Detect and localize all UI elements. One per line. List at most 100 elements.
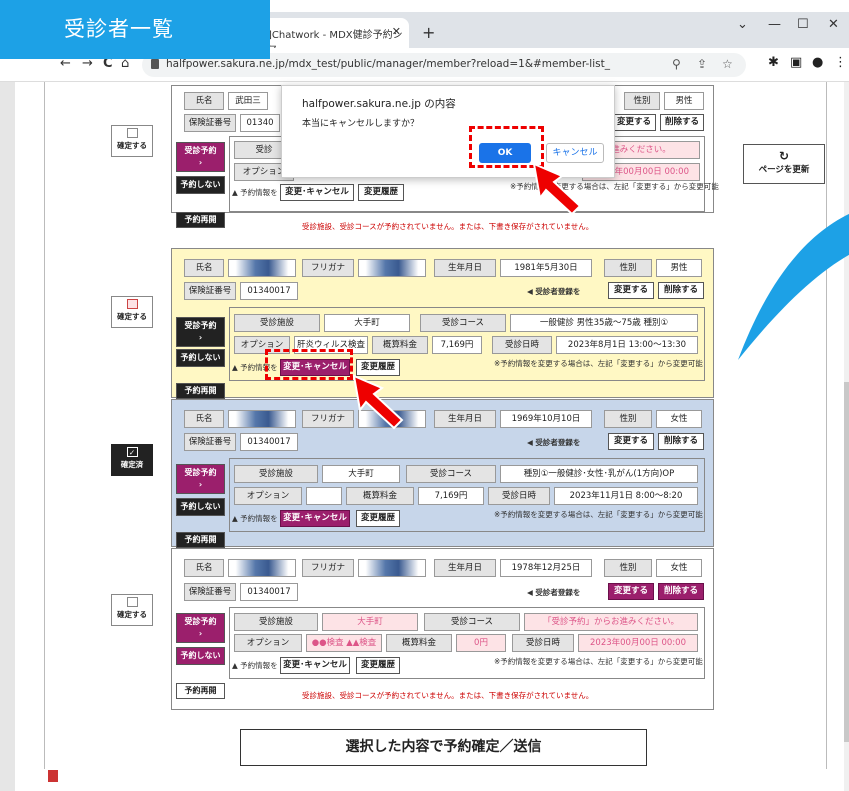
change-cancel-button[interactable]: 変更･キャンセル xyxy=(280,184,354,201)
resume-button[interactable]: 予約再開 xyxy=(176,683,225,699)
resume-button[interactable]: 予約再開 xyxy=(176,212,225,228)
furigana-label: フリガナ xyxy=(302,559,354,577)
change-cancel-button[interactable]: 変更･キャンセル xyxy=(280,657,350,674)
gender-label: 性別 xyxy=(604,259,652,277)
furigana-value-redacted xyxy=(358,559,426,577)
estimate-label: 概算料金 xyxy=(346,487,414,505)
checkmark-icon: ✓ xyxy=(126,447,138,457)
no-reserve-button[interactable]: 予約しない xyxy=(176,176,225,194)
history-button[interactable]: 変更履歴 xyxy=(358,184,404,201)
minimize-icon[interactable]: — xyxy=(768,17,781,32)
birthdate-label: 生年月日 xyxy=(434,259,496,277)
reserve-button[interactable]: 受診予約 › xyxy=(176,317,225,347)
birthdate-value: 1981年5月30日 xyxy=(500,259,592,277)
register-hint: ◀ 受診者登録を xyxy=(527,287,581,296)
confirmed-label: 確定済 xyxy=(120,460,144,469)
name-value-redacted xyxy=(228,259,296,277)
name-value-redacted xyxy=(228,559,296,577)
insurance-label: 保険証番号 xyxy=(184,282,236,300)
delete-member-button[interactable]: 削除する xyxy=(660,114,704,131)
browser-tab[interactable]: ]Chatwork - MDX健診予約シス✕ xyxy=(262,18,409,56)
insurance-label: 保険証番号 xyxy=(184,433,236,451)
refresh-icon: ↻ xyxy=(778,149,790,163)
window-close-icon[interactable]: ✕ xyxy=(828,17,839,32)
reserve-label: 受診予約 xyxy=(184,617,217,626)
confirm-checkbox-3[interactable]: ✓ 確定済 xyxy=(111,444,153,476)
member-card-2: 氏名 フリガナ 生年月日 1981年5月30日 性別 男性 保険証番号 0134… xyxy=(171,248,714,399)
datetime-value: 2023年11月1日 8:00〜8:20 xyxy=(554,487,698,505)
edit-member-button[interactable]: 変更する xyxy=(608,433,654,450)
profile-avatar-icon[interactable]: ● xyxy=(812,55,823,70)
birthdate-label: 生年月日 xyxy=(434,559,496,577)
dialog-title: halfpower.sakura.ne.jp の内容 xyxy=(302,98,456,110)
facility-label: 受診施設 xyxy=(234,613,318,631)
facility-value: 大手町 xyxy=(324,314,410,332)
edit-member-button[interactable]: 変更する xyxy=(608,583,654,600)
edit-member-button[interactable]: 変更する xyxy=(612,114,656,131)
estimate-label: 概算料金 xyxy=(372,336,428,354)
gender-label: 性別 xyxy=(604,410,652,428)
menu-icon[interactable]: ⋮ xyxy=(834,55,847,70)
edit-member-button[interactable]: 変更する xyxy=(608,282,654,299)
reserve-label: 受診予約 xyxy=(184,146,217,155)
left-strip xyxy=(0,82,15,791)
reserve-button[interactable]: 受診予約 › xyxy=(176,142,225,172)
new-tab-icon[interactable]: + xyxy=(422,23,435,42)
maximize-icon[interactable]: ☐ xyxy=(797,17,809,32)
option-label: オプション xyxy=(234,487,302,505)
birthdate-label: 生年月日 xyxy=(434,410,496,428)
scrollbar-thumb[interactable] xyxy=(844,382,849,742)
reserve-button[interactable]: 受診予約 › xyxy=(176,613,225,643)
delete-member-button[interactable]: 削除する xyxy=(658,433,704,450)
sidepanel-icon[interactable]: ▣ xyxy=(790,55,802,70)
submit-button[interactable]: 選択した内容で予約確定／送信 xyxy=(240,729,647,766)
change-note: ※予約情報を変更する場合は、左記「変更する」から変更可能 xyxy=(494,359,703,368)
datetime-value: 2023年00月00日 00:00 xyxy=(578,634,698,652)
pointer-arrow-icon xyxy=(532,162,582,216)
zoom-icon[interactable]: ⚲ xyxy=(672,57,681,71)
datetime-label: 受診日時 xyxy=(488,487,550,505)
birthdate-value: 1969年10月10日 xyxy=(500,410,592,428)
reserve-label: 受診予約 xyxy=(184,468,217,477)
refresh-page-button[interactable]: ↻ ページを更新 xyxy=(743,144,825,184)
no-reserve-button[interactable]: 予約しない xyxy=(176,498,225,516)
change-cancel-button[interactable]: 変更･キャンセル xyxy=(280,510,350,527)
scrollbar[interactable] xyxy=(844,82,849,791)
gender-value: 女性 xyxy=(656,410,702,428)
reservation-box-4: 受診施設 大手町 受診コース 「受診予約」からお進みください。 オプション ●●… xyxy=(229,607,705,679)
datetime-value: 2023年8月1日 13:00〜13:30 xyxy=(556,336,698,354)
change-note: ※予約情報を変更する場合は、左記「変更する」から変更可能 xyxy=(494,510,703,519)
confirm-checkbox-1[interactable]: 確定する xyxy=(111,125,153,157)
confirm-checkbox-4[interactable]: 確定する xyxy=(111,594,153,626)
name-value-redacted xyxy=(228,410,296,428)
app-favicon-icon xyxy=(48,770,58,782)
no-reserve-button[interactable]: 予約しない xyxy=(176,647,225,665)
resume-button[interactable]: 予約再開 xyxy=(176,383,225,399)
confirm-checkbox-2[interactable]: 確定する xyxy=(111,296,153,328)
course-value: 一般健診 男性35歳〜75歳 種別① xyxy=(510,314,698,332)
furigana-label: フリガナ xyxy=(302,410,354,428)
history-button[interactable]: 変更履歴 xyxy=(356,657,400,674)
insurance-value: 01340017 xyxy=(240,583,298,601)
delete-member-button[interactable]: 削除する xyxy=(658,282,704,299)
member-card-4: 氏名 フリガナ 生年月日 1978年12月25日 性別 女性 保険証番号 013… xyxy=(171,548,714,710)
no-reserve-button[interactable]: 予約しない xyxy=(176,349,225,367)
resume-button[interactable]: 予約再開 xyxy=(176,532,225,548)
reserve-button[interactable]: 受診予約 › xyxy=(176,464,225,494)
datetime-label: 受診日時 xyxy=(492,336,552,354)
delete-member-button[interactable]: 削除する xyxy=(658,583,704,600)
extensions-icon[interactable]: ✱ xyxy=(768,55,779,70)
course-label: 受診コース xyxy=(406,465,496,483)
tab-close-icon[interactable]: ✕ xyxy=(392,25,401,38)
share-icon[interactable]: ⇪ xyxy=(697,57,707,71)
bookmark-star-icon[interactable]: ☆ xyxy=(722,57,733,71)
reserve-label: 受診予約 xyxy=(184,321,217,330)
name-label: 氏名 xyxy=(184,410,224,428)
history-button[interactable]: 変更履歴 xyxy=(356,510,400,527)
estimate-label: 概算料金 xyxy=(386,634,452,652)
name-label: 氏名 xyxy=(184,259,224,277)
insurance-value: 01340017 xyxy=(240,282,298,300)
tab-search-icon[interactable]: ⌄ xyxy=(737,17,748,32)
course-prompt: 「受診予約」からお進みください。 xyxy=(524,613,698,631)
course-label: 受診コース xyxy=(424,613,520,631)
